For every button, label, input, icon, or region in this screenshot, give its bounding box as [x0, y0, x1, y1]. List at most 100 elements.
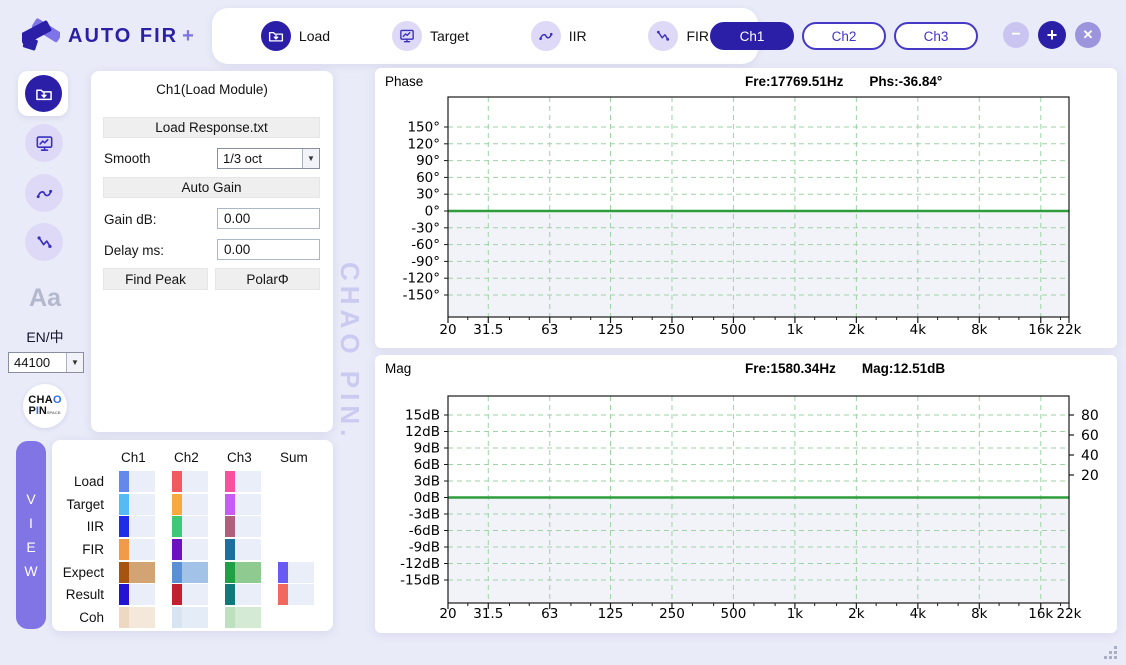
channel-ch2-button[interactable]: Ch2 [802, 22, 886, 50]
swatch-solid [225, 584, 235, 605]
auto-gain-button[interactable]: Auto Gain [103, 177, 320, 198]
legend-cell [167, 561, 220, 584]
trace-color-swatch[interactable] [225, 494, 261, 515]
resize-grip[interactable] [1102, 644, 1118, 660]
plus-button[interactable]: + [1038, 21, 1066, 49]
close-button[interactable]: ✕ [1075, 22, 1101, 48]
swatch-solid [172, 607, 182, 628]
mag-chart-header: Mag Fre:1580.34Hz Mag:12.51dB [375, 355, 1117, 381]
legend-cell [273, 538, 326, 561]
svg-text:-60°: -60° [411, 237, 440, 253]
trace-color-swatch[interactable] [172, 471, 208, 492]
trace-color-swatch[interactable] [119, 494, 155, 515]
svg-text:-3dB: -3dB [409, 507, 440, 523]
load-response-button[interactable]: Load Response.txt [103, 117, 320, 138]
smooth-select[interactable]: 1/3 oct ▼ [217, 148, 320, 169]
tab-fir[interactable]: FIR [648, 21, 709, 51]
tab-iir[interactable]: IIR [531, 21, 587, 51]
svg-text:20: 20 [439, 606, 456, 622]
trace-color-swatch[interactable] [172, 539, 208, 560]
watermark-text: CHAO PIN. [334, 262, 365, 441]
trace-color-swatch[interactable] [278, 562, 314, 583]
trace-color-swatch[interactable] [119, 539, 155, 560]
channel-ch1-button[interactable]: Ch1 [710, 22, 794, 50]
svg-text:-90°: -90° [411, 254, 440, 270]
legend-column-header: Ch3 [220, 446, 273, 470]
swatch-light [129, 516, 155, 537]
svg-text:60: 60 [1081, 428, 1099, 444]
delay-label: Delay ms: [104, 243, 164, 258]
svg-text:16k: 16k [1028, 606, 1053, 622]
tab-iir-label: IIR [569, 28, 587, 44]
trace-color-swatch[interactable] [119, 584, 155, 605]
svg-text:20: 20 [1081, 468, 1099, 484]
legend-cell [114, 583, 167, 606]
language-toggle[interactable]: EN/中 [0, 327, 90, 347]
mag-cursor-readout: Fre:1580.34Hz Mag:12.51dB [745, 361, 945, 376]
swatch-light [235, 584, 261, 605]
legend-cell [220, 561, 273, 584]
trace-color-swatch[interactable] [172, 607, 208, 628]
sidebar-item-load[interactable] [25, 75, 62, 112]
phase-chart-plot[interactable]: 150°120°90°60°30°0°-30°-60°-90°-120°-150… [375, 94, 1117, 348]
trace-color-swatch[interactable] [172, 516, 208, 537]
tab-load[interactable]: Load [261, 21, 330, 51]
trace-color-swatch[interactable] [172, 562, 208, 583]
target-icon [34, 133, 55, 154]
svg-text:60°: 60° [416, 170, 440, 186]
logo-text-tiny: SPACE. [47, 410, 62, 415]
view-button[interactable]: V I E W [16, 441, 46, 629]
svg-text:3dB: 3dB [414, 474, 440, 490]
trace-color-swatch[interactable] [119, 471, 155, 492]
trace-color-swatch[interactable] [172, 584, 208, 605]
swatch-light [235, 562, 261, 583]
trace-color-swatch[interactable] [225, 562, 261, 583]
swatch-solid [119, 494, 129, 515]
swatch-solid [172, 539, 182, 560]
delay-input[interactable] [217, 239, 320, 260]
sample-rate-select[interactable]: 44100 ▼ [8, 352, 84, 373]
gain-input[interactable] [217, 208, 320, 229]
polar-phase-button[interactable]: PolarΦ [215, 268, 320, 290]
swatch-solid [119, 539, 129, 560]
trace-color-swatch[interactable] [119, 516, 155, 537]
brand-plus: + [182, 25, 194, 48]
sidebar-item-target[interactable] [25, 124, 63, 162]
channel-ch3-button[interactable]: Ch3 [894, 22, 978, 50]
svg-text:16k: 16k [1028, 322, 1053, 338]
swatch-solid [119, 516, 129, 537]
sidebar-item-iir[interactable] [25, 174, 63, 212]
font-size-toggle[interactable]: Aa [0, 284, 90, 313]
legend-cell [167, 583, 220, 606]
logo-text: P [29, 405, 36, 417]
svg-text:1k: 1k [787, 606, 804, 622]
smooth-value: 1/3 oct [218, 151, 302, 166]
trace-color-swatch[interactable] [172, 494, 208, 515]
readout-value: -36.84° [899, 74, 943, 89]
trace-color-swatch[interactable] [225, 584, 261, 605]
trace-color-swatch[interactable] [225, 471, 261, 492]
minus-button[interactable]: − [1003, 22, 1029, 48]
find-peak-button[interactable]: Find Peak [103, 268, 208, 290]
trace-color-swatch[interactable] [278, 584, 314, 605]
sidebar-item-fir[interactable] [25, 223, 63, 261]
mag-chart-plot[interactable]: 15dB12dB9dB6dB3dB0dB-3dB-6dB-9dB-12dB-15… [375, 381, 1117, 633]
swatch-light [129, 494, 155, 515]
chaopin-logo[interactable]: CHAO PINSPACE. [23, 384, 67, 428]
trace-color-swatch[interactable] [119, 607, 155, 628]
trace-color-swatch[interactable] [119, 562, 155, 583]
legend-cell [114, 515, 167, 538]
svg-text:31.5: 31.5 [473, 606, 503, 622]
tab-target[interactable]: Target [392, 21, 469, 51]
readout-label: Fre: [745, 361, 771, 376]
trace-color-swatch[interactable] [225, 516, 261, 537]
legend-cell [167, 493, 220, 516]
trace-color-swatch[interactable] [225, 607, 261, 628]
legend-cell [220, 515, 273, 538]
svg-text:8k: 8k [971, 606, 988, 622]
svg-text:4k: 4k [910, 322, 927, 338]
swatch-solid [119, 562, 129, 583]
trace-color-swatch[interactable] [225, 539, 261, 560]
swatch-solid [172, 562, 182, 583]
swatch-solid [225, 607, 235, 628]
